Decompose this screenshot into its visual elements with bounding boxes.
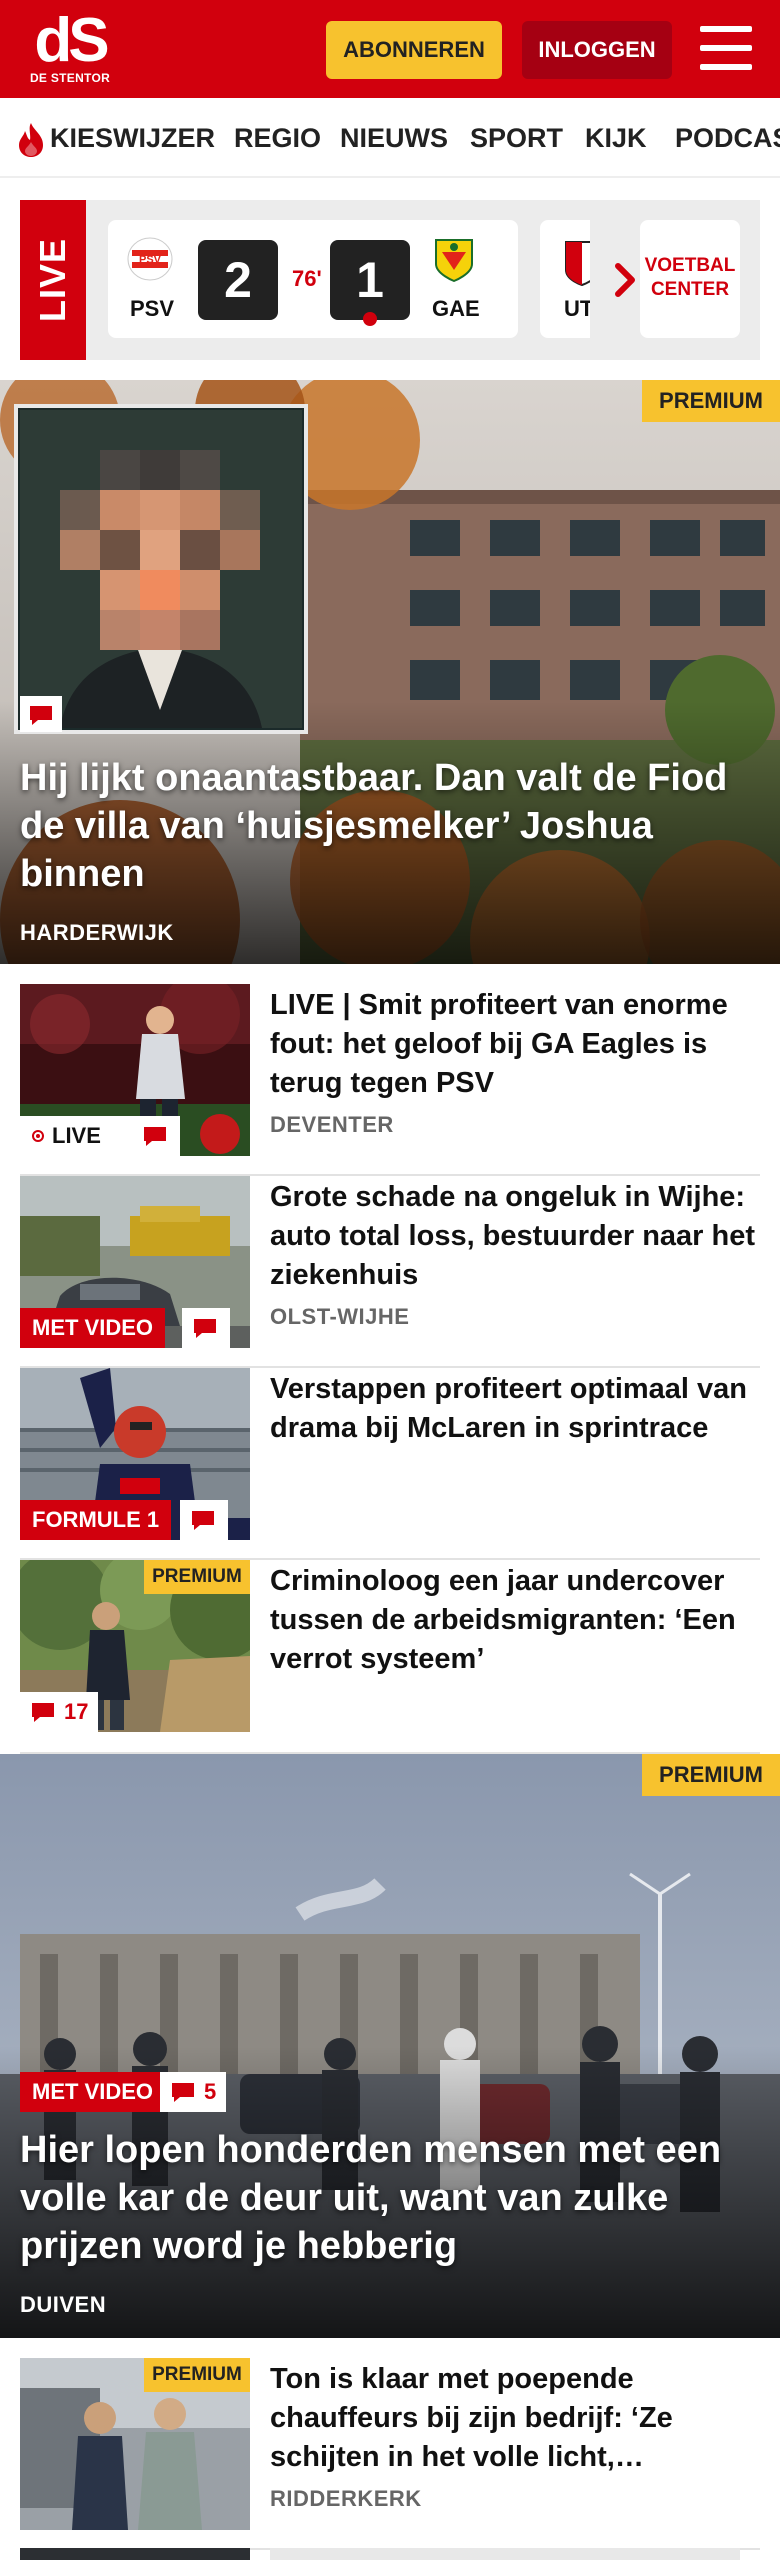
nav-item-nieuws[interactable]: NIEUWS xyxy=(340,98,448,176)
away-score: 1 xyxy=(330,240,410,320)
article-title[interactable]: LIVE | Smit profiteert van enorme fout: … xyxy=(270,986,760,1103)
hero-2-location: DUIVEN xyxy=(20,2292,107,2317)
nav-item-kieswijzer[interactable]: KIESWIJZER xyxy=(50,98,215,176)
login-button[interactable]: INLOGGEN xyxy=(522,21,672,79)
comment-button[interactable] xyxy=(132,1116,180,1156)
article-title[interactable]: Verstappen profiteert optimaal van drama… xyxy=(270,1370,760,1448)
live-tag-label: LIVE xyxy=(52,1123,101,1148)
blurred-face xyxy=(60,450,260,670)
match-minute: 76' xyxy=(292,266,322,291)
next-article-thumbnail-peek xyxy=(20,2548,250,2560)
article-title[interactable]: Ton is klaar met poepende chauffeurs bij… xyxy=(270,2360,760,2477)
comment-icon xyxy=(192,1511,214,1530)
hero-1-title[interactable]: Hij lijkt onaantastbaar. Dan valt de Fio… xyxy=(20,754,760,898)
premium-badge: PREMIUM xyxy=(642,1754,780,1796)
article-thumbnail: LIVE xyxy=(20,984,250,1156)
hero-2-title[interactable]: Hier lopen honderden mensen met een voll… xyxy=(20,2126,760,2270)
article-thumbnail: PREMIUM xyxy=(20,2358,250,2530)
comment-icon xyxy=(30,706,52,725)
nav-item-podcast[interactable]: PODCAS xyxy=(675,98,780,176)
flame-icon xyxy=(19,123,43,157)
article-title[interactable]: Criminoloog een jaar undercover tussen d… xyxy=(270,1562,760,1679)
logo-text: DE STENTOR xyxy=(29,71,111,85)
formule-1-tag: FORMULE 1 xyxy=(20,1500,172,1540)
live-dot-icon xyxy=(32,1130,44,1142)
video-tag: MET VIDEO xyxy=(20,1308,166,1348)
home-score: 2 xyxy=(198,240,278,320)
subscribe-button[interactable]: ABONNEREN xyxy=(326,21,502,79)
live-label: LIVE xyxy=(32,237,73,323)
voetbal-center-link[interactable]: VOETBAL CENTER xyxy=(640,220,740,338)
list-item[interactable]: PREMIUM Ton is klaar met poepende chauff… xyxy=(20,2358,760,2550)
list-item[interactable]: FORMULE 1 Verstappen profiteert optimaal… xyxy=(20,1368,760,1560)
comment-count: 5 xyxy=(204,2079,217,2104)
next-article-title-peek xyxy=(270,2548,740,2560)
comment-button[interactable] xyxy=(182,1308,230,1348)
comment-button[interactable] xyxy=(180,1500,228,1540)
psv-logo-icon: PSV xyxy=(127,237,173,281)
article-thumbnail: FORMULE 1 xyxy=(20,1368,250,1540)
nav-item-sport[interactable]: SPORT xyxy=(470,98,563,176)
goal-indicator-dot xyxy=(363,312,377,326)
comment-icon xyxy=(194,1319,216,1338)
hero-article-2[interactable]: PREMIUM MET VIDEO 5 Hier lopen honderden… xyxy=(0,1754,780,2338)
comment-count: 17 xyxy=(64,1699,89,1724)
live-scoreboard: LIVE PSV PSV 2 76' 1 GAE UT VOETBAL CENT… xyxy=(20,200,760,360)
comment-icon xyxy=(172,2083,194,2102)
hero-1-location: HARDERWIJK xyxy=(20,920,174,945)
comment-button[interactable]: 17 xyxy=(20,1692,98,1732)
next-match-card[interactable]: UT xyxy=(540,220,590,338)
ga-eagles-logo-icon xyxy=(435,239,473,282)
premium-badge: PREMIUM xyxy=(144,1560,250,1594)
premium-badge: PREMIUM xyxy=(642,380,780,422)
article-location: OLST-WIJHE xyxy=(270,1304,410,1329)
comment-icon xyxy=(144,1127,166,1146)
comment-icon xyxy=(32,1703,54,1722)
svg-text:PSV: PSV xyxy=(139,254,162,266)
logo-mark: dS xyxy=(34,6,109,75)
nav-item-kijk[interactable]: KIJK xyxy=(585,98,647,176)
article-thumbnail: MET VIDEO xyxy=(20,1176,250,1348)
premium-badge: PREMIUM xyxy=(144,2358,250,2392)
video-tag: MET VIDEO xyxy=(20,2072,166,2112)
app-root: dS DE STENTOR ABONNEREN INLOGGEN KIESWIJ… xyxy=(0,0,780,2560)
away-team-abbr: GAE xyxy=(432,296,480,321)
home-team-abbr: PSV xyxy=(130,296,175,321)
article-location: DEVENTER xyxy=(270,1112,394,1137)
comment-button[interactable]: 5 xyxy=(160,2072,226,2112)
main-nav: KIESWIJZER REGIO NIEUWS SPORT KIJK PODCA… xyxy=(0,98,780,178)
list-item[interactable]: LIVE LIVE | Smit profiteert van enorme f… xyxy=(20,984,760,1176)
fc-utrecht-logo-icon xyxy=(565,241,590,286)
hamburger-menu-icon[interactable] xyxy=(700,24,752,72)
article-location: RIDDERKERK xyxy=(270,2486,422,2511)
comment-button[interactable] xyxy=(20,696,62,732)
list-item[interactable]: PREMIUM 17 Criminoloog een jaar undercov… xyxy=(20,1560,760,1754)
article-thumbnail: PREMIUM 17 xyxy=(20,1560,250,1732)
next-team-abbr: UT xyxy=(564,296,590,321)
site-header: dS DE STENTOR ABONNEREN INLOGGEN xyxy=(0,0,780,98)
nav-item-regio[interactable]: REGIO xyxy=(234,98,321,176)
list-item[interactable]: MET VIDEO Grote schade na ongeluk in Wij… xyxy=(20,1176,760,1368)
match-card[interactable]: PSV PSV 2 76' 1 GAE xyxy=(108,220,518,338)
hero-article-1[interactable]: PREMIUM Hij lijkt onaantastbaar. Dan val… xyxy=(0,380,780,964)
article-title[interactable]: Grote schade na ongeluk in Wijhe: auto t… xyxy=(270,1178,760,1295)
logo[interactable]: dS DE STENTOR xyxy=(28,6,112,90)
live-label-tag: LIVE xyxy=(20,200,86,360)
